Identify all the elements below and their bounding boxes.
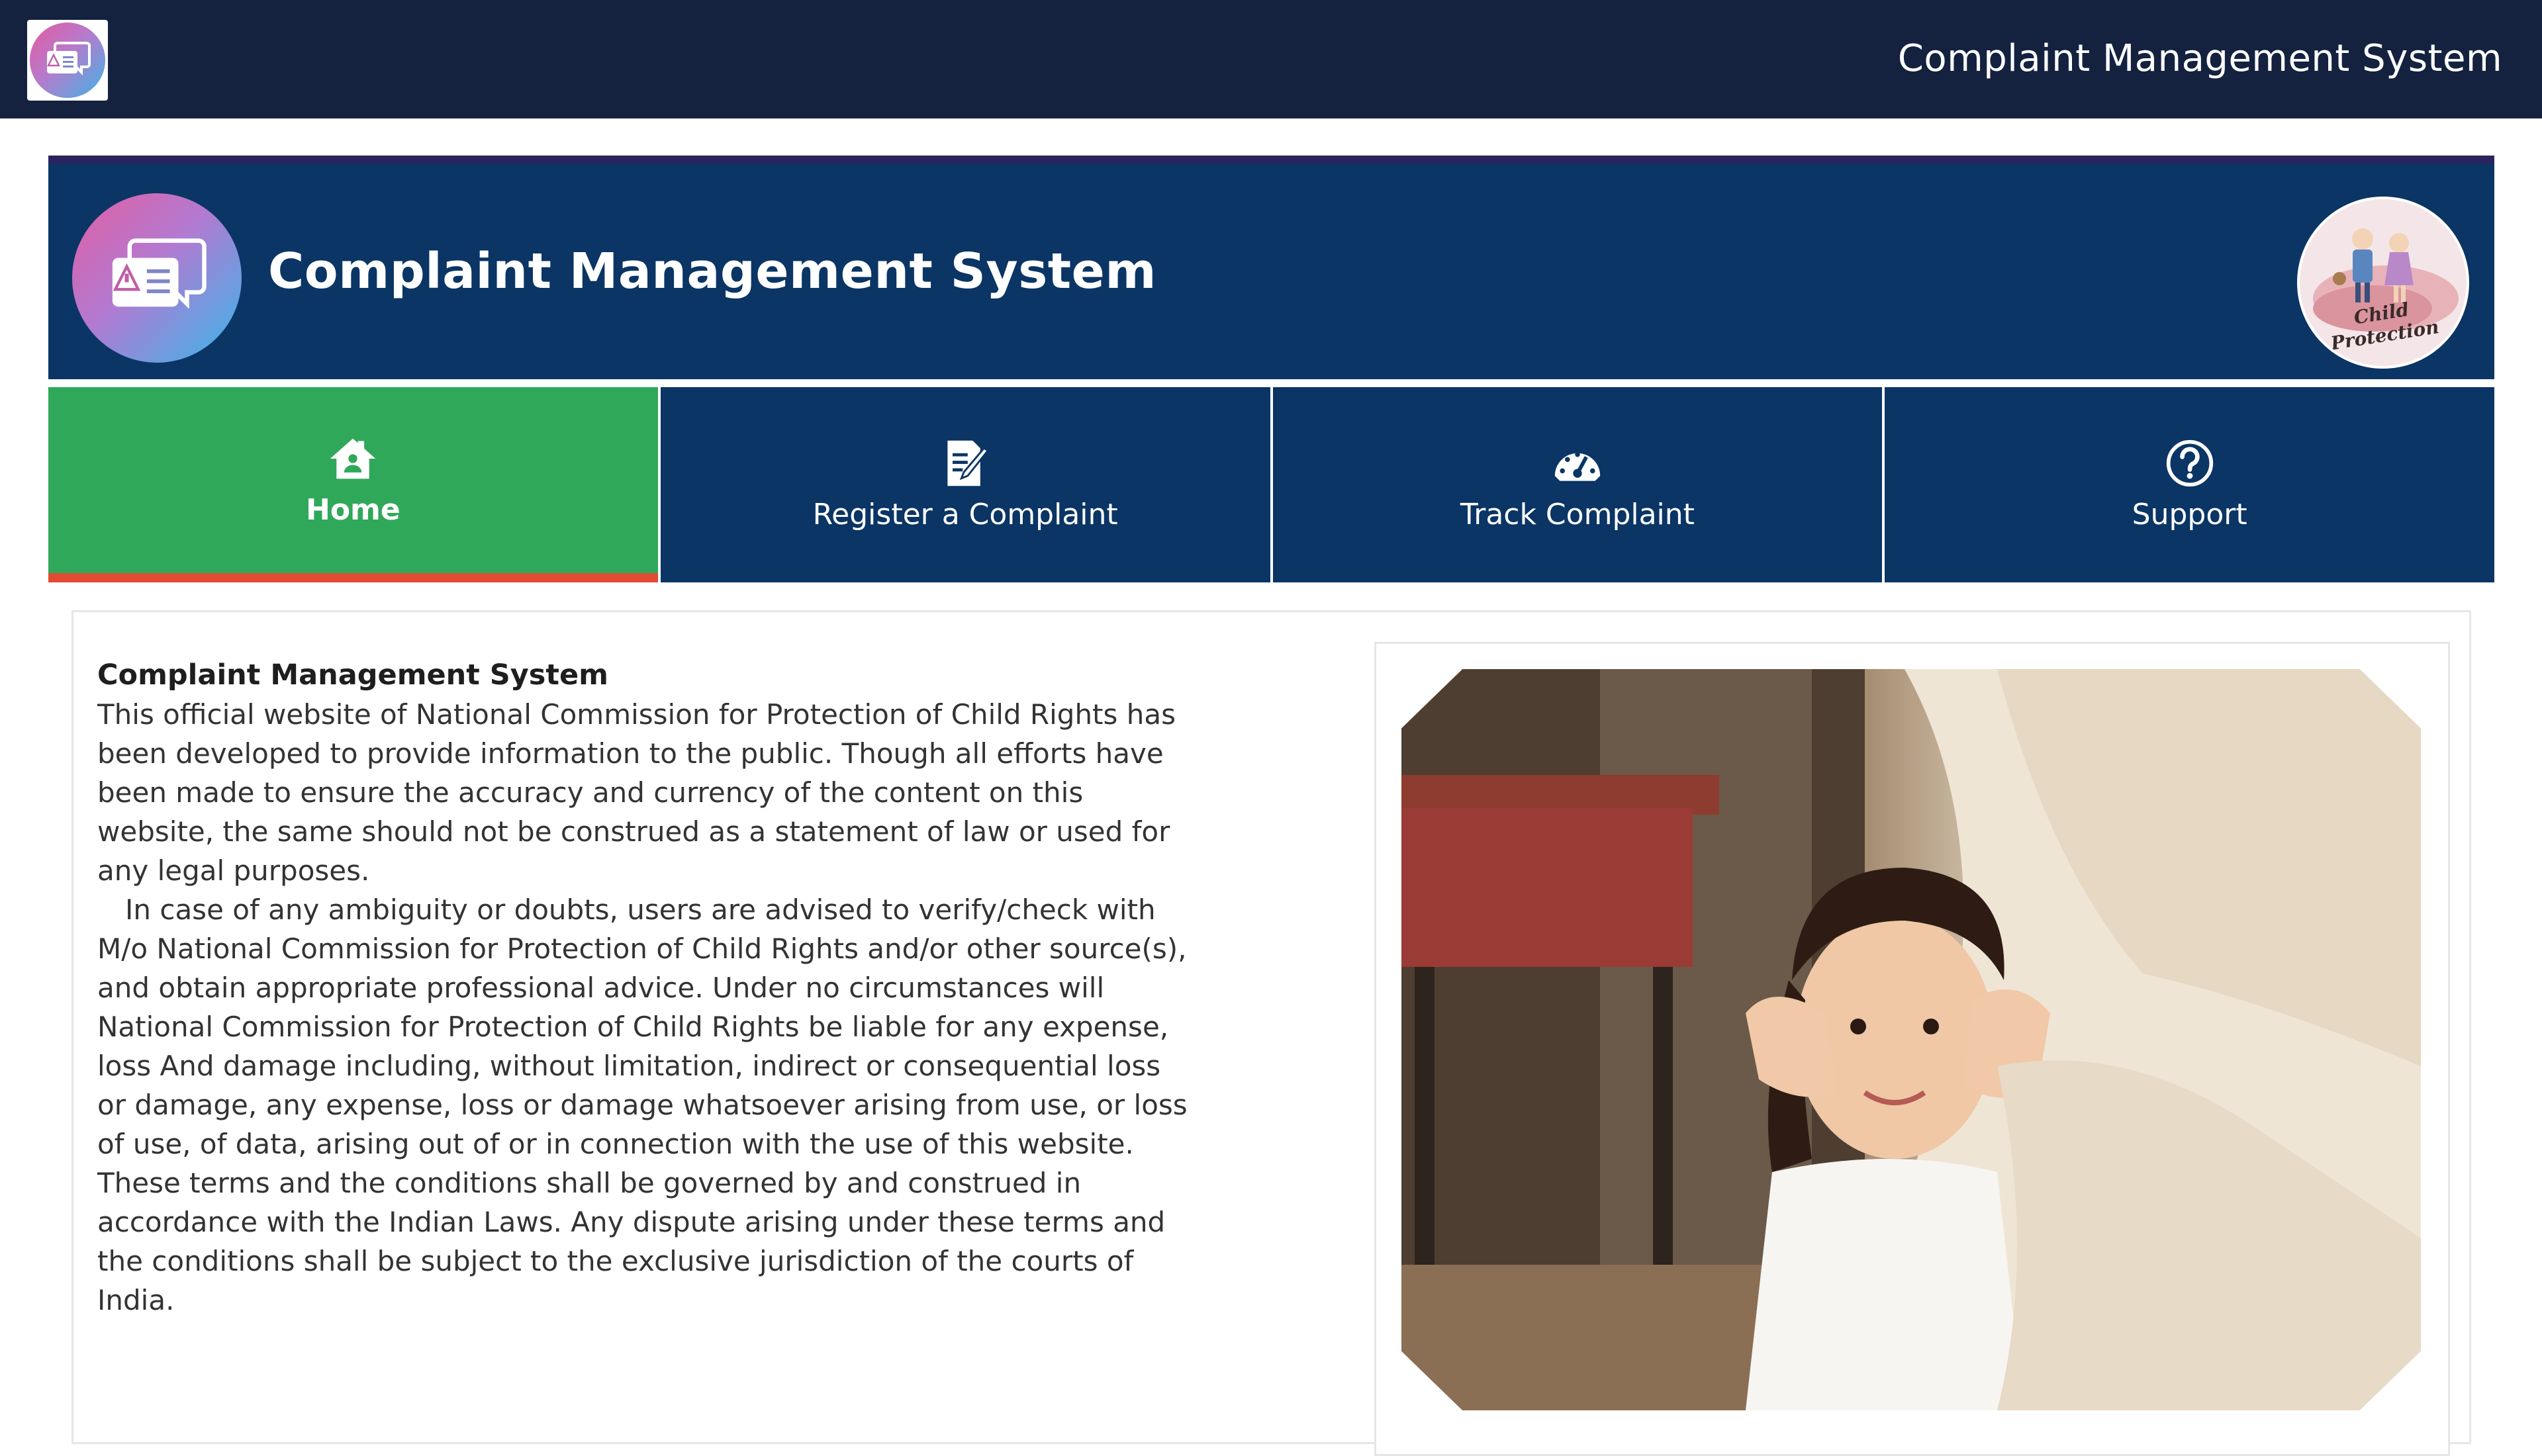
header-banner: Complaint Management System Child Protec… — [48, 156, 2494, 379]
speedometer-icon — [1554, 451, 1601, 481]
app-logo[interactable] — [27, 20, 108, 101]
photo-frame — [1374, 642, 2450, 1456]
topbar-title: Complaint Management System — [1897, 37, 2502, 80]
content-heading: Complaint Management System — [97, 659, 608, 692]
chat-warning-icon — [112, 238, 207, 309]
nav-label-track: Track Complaint — [1460, 498, 1695, 531]
edit-document-icon — [947, 440, 990, 486]
nav-item-support[interactable]: Support — [1882, 387, 2494, 582]
nav-label-support: Support — [2132, 498, 2247, 531]
banner-title: Complaint Management System — [268, 243, 1156, 300]
nav-item-track-complaint[interactable]: Track Complaint — [1270, 387, 1883, 582]
photo-illustration — [1401, 669, 2421, 1410]
chat-warning-icon — [46, 42, 91, 75]
disclaimer-text: Complaint Management System This officia… — [97, 655, 1190, 1320]
content-panel: Complaint Management System This officia… — [71, 610, 2471, 1456]
banner-logo — [72, 193, 242, 363]
nav-item-register-complaint[interactable]: Register a Complaint — [657, 387, 1270, 582]
nav-item-home[interactable]: Home — [48, 387, 658, 582]
content-paragraph-1: This official website of National Commis… — [97, 698, 1176, 887]
content-paragraph-2: In case of any ambiguity or doubts, user… — [97, 893, 1188, 1316]
question-circle-icon — [2166, 439, 2213, 487]
top-bar: Complaint Management System — [0, 0, 2542, 118]
child-photo — [1401, 669, 2421, 1410]
home-icon — [330, 438, 376, 479]
main-nav: Home Register a Complaint Track Complain… — [48, 387, 2494, 582]
child-protection-emblem: Child Protection — [2297, 197, 2469, 369]
nav-label-home: Home — [306, 493, 400, 527]
nav-label-register: Register a Complaint — [812, 498, 1118, 531]
